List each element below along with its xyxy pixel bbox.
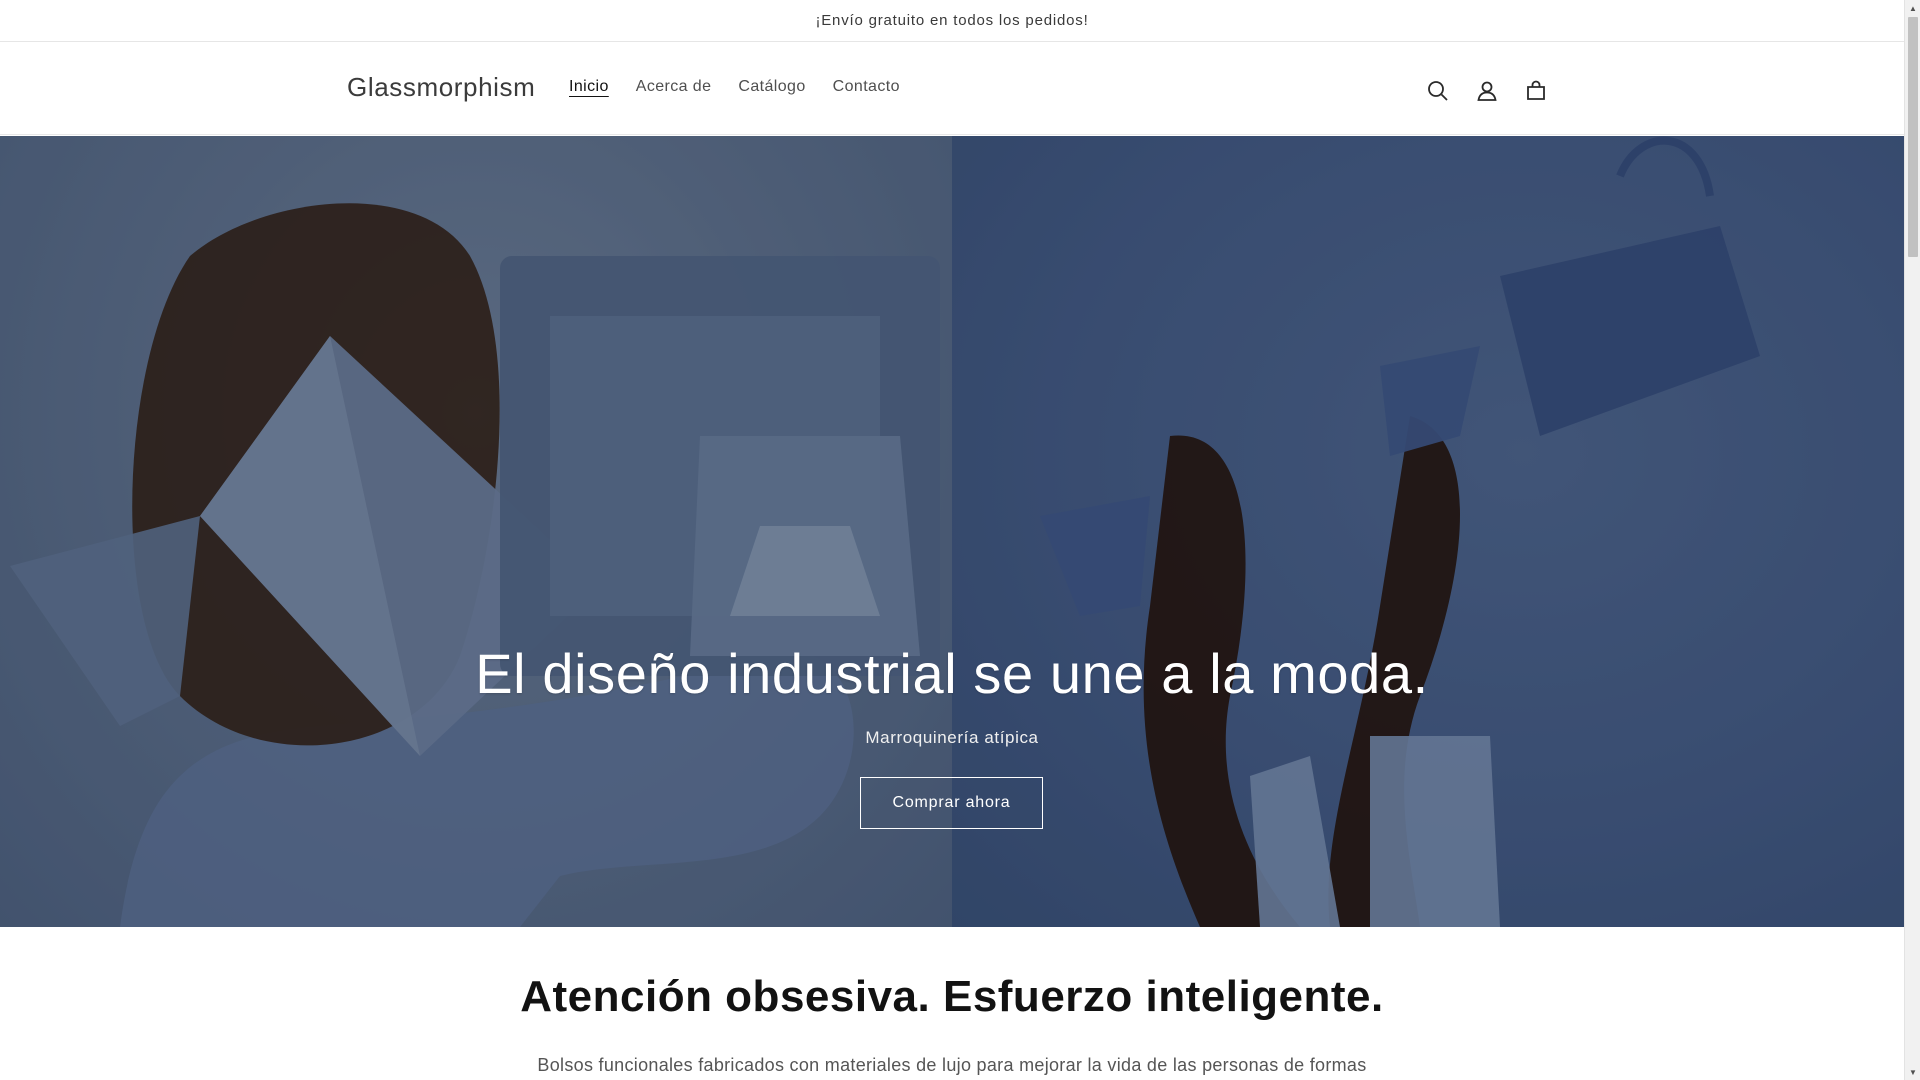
cart-icon[interactable]: [1523, 78, 1549, 104]
scroll-up-arrow-icon[interactable]: ▲: [1905, 0, 1920, 16]
announcement-text: ¡Envío gratuito en todos los pedidos!: [815, 12, 1089, 29]
nav-item-contacto[interactable]: Contacto: [833, 78, 900, 96]
nav-item-inicio[interactable]: Inicio: [569, 78, 609, 96]
account-icon[interactable]: [1474, 78, 1500, 104]
nav-item-catalogo[interactable]: Catálogo: [738, 78, 805, 96]
search-icon[interactable]: [1425, 78, 1451, 104]
page: ¡Envío gratuito en todos los pedidos! Gl…: [0, 0, 1904, 1080]
announcement-bar: ¡Envío gratuito en todos los pedidos!: [0, 0, 1904, 42]
intro-text: Bolsos funcionales fabricados con materi…: [537, 1055, 1367, 1075]
intro-title: Atención obsesiva. Esfuerzo inteligente.: [520, 972, 1384, 1021]
shop-now-button[interactable]: Comprar ahora: [860, 777, 1043, 829]
page-scrollbar[interactable]: ▲ ▼: [1904, 0, 1920, 1080]
hero-content: El diseño industrial se une a la moda. M…: [0, 136, 1904, 927]
hero-banner: El diseño industrial se une a la moda. M…: [0, 136, 1904, 927]
site-logo[interactable]: Glassmorphism: [347, 72, 535, 103]
nav-item-acerca-de[interactable]: Acerca de: [636, 78, 712, 96]
hero-title: El diseño industrial se une a la moda.: [475, 642, 1429, 705]
scroll-down-arrow-icon[interactable]: ▼: [1905, 1064, 1920, 1080]
scroll-thumb[interactable]: [1908, 17, 1918, 257]
main-nav: Inicio Acerca de Catálogo Contacto: [569, 78, 927, 96]
hero-subtitle: Marroquinería atípica: [865, 728, 1039, 747]
site-header: Glassmorphism Inicio Acerca de Catálogo …: [0, 42, 1904, 135]
